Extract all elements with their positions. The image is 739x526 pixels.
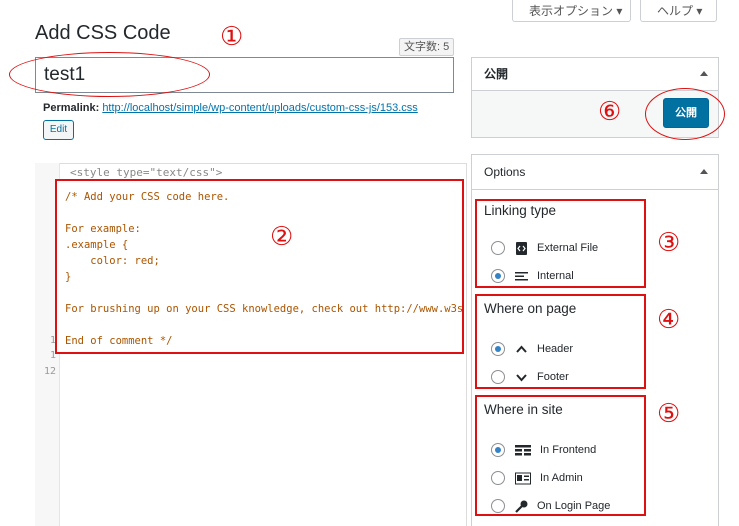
annotation-2: ② [270,222,294,252]
publish-box-title: 公開 [484,67,509,81]
code-line: color: red; [65,255,160,267]
screen-options-tab[interactable]: 表示オプション ▾ [512,0,631,22]
option-label: External File [537,242,599,254]
options-box-header[interactable]: Options [471,154,719,190]
frontend-grid-icon [515,444,531,457]
code-content-area[interactable]: /* Add your CSS code here. For example: … [55,179,464,354]
annotation-1: ① [220,22,244,52]
where-in-site-option-frontend[interactable]: In Frontend [491,441,596,459]
annotation-4: ④ [657,305,681,335]
radio-internal[interactable] [491,269,505,283]
admin-card-icon [515,472,531,485]
page-title: Add CSS Code [35,22,171,44]
code-file-icon [515,241,528,255]
code-line: For example: [65,223,141,235]
line-number: 1 [49,335,56,346]
help-label: ヘルプ ▾ [657,4,703,18]
where-on-page-option-header[interactable]: Header [491,340,573,358]
option-label: On Login Page [537,500,611,512]
where-on-page-group: Where on page Header Footer [475,294,646,389]
char-count-badge: 文字数: 5 [399,38,455,56]
screen-options-label: 表示オプション ▾ [529,4,623,18]
chevron-up-icon [515,343,528,356]
option-label: Footer [537,371,569,383]
where-on-page-option-footer[interactable]: Footer [491,368,569,386]
chevron-down-icon [515,371,528,384]
options-box-title: Options [484,165,526,179]
code-line: For brushing up on your CSS knowledge, c… [65,303,464,315]
line-number: 1 [49,350,56,361]
where-in-site-option-login[interactable]: On Login Page [491,497,610,515]
linking-type-title: Linking type [484,203,557,218]
key-icon [515,500,528,513]
code-line: } [65,271,72,283]
publish-box-header[interactable]: 公開 [471,57,719,91]
permalink-link[interactable]: http://localhost/simple/wp-content/uploa… [102,102,417,114]
where-on-page-title: Where on page [484,301,577,316]
option-label: Header [537,343,574,355]
style-open-tag: <style type="text/css"> [70,166,223,179]
option-label: Internal [537,270,574,282]
annotation-5: ⑤ [657,399,681,429]
collapse-caret-icon[interactable] [700,169,708,174]
annotation-oval-publish [645,88,725,140]
permalink-edit-button[interactable]: Edit [43,120,74,140]
radio-footer[interactable] [491,370,505,384]
text-lines-icon [515,270,528,283]
annotation-3: ③ [657,228,681,258]
help-tab[interactable]: ヘルプ ▾ [640,0,717,22]
code-line: End of comment */ [65,335,173,347]
collapse-caret-icon[interactable] [700,71,708,76]
line-number: 12 [43,366,56,377]
permalink: Permalink: http://localhost/simple/wp-co… [43,102,418,114]
radio-on-login-page[interactable] [491,499,505,513]
option-label: In Admin [540,472,583,484]
option-label: In Frontend [540,444,597,456]
radio-external-file[interactable] [491,241,505,255]
linking-type-option-external[interactable]: External File [491,239,598,257]
annotation-6: ⑥ [598,97,622,127]
radio-in-admin[interactable] [491,471,505,485]
code-line: /* Add your CSS code here. [65,191,230,203]
where-in-site-option-admin[interactable]: In Admin [491,469,583,487]
where-in-site-title: Where in site [484,402,563,417]
linking-type-group: Linking type External File Internal [475,199,646,288]
where-in-site-group: Where in site In Frontend In Admin On Lo… [475,395,646,516]
annotation-oval-title [9,52,210,97]
radio-in-frontend[interactable] [491,443,505,457]
code-line: .example { [65,239,129,251]
linking-type-option-internal[interactable]: Internal [491,267,574,285]
permalink-label: Permalink: [43,102,100,114]
radio-header[interactable] [491,342,505,356]
